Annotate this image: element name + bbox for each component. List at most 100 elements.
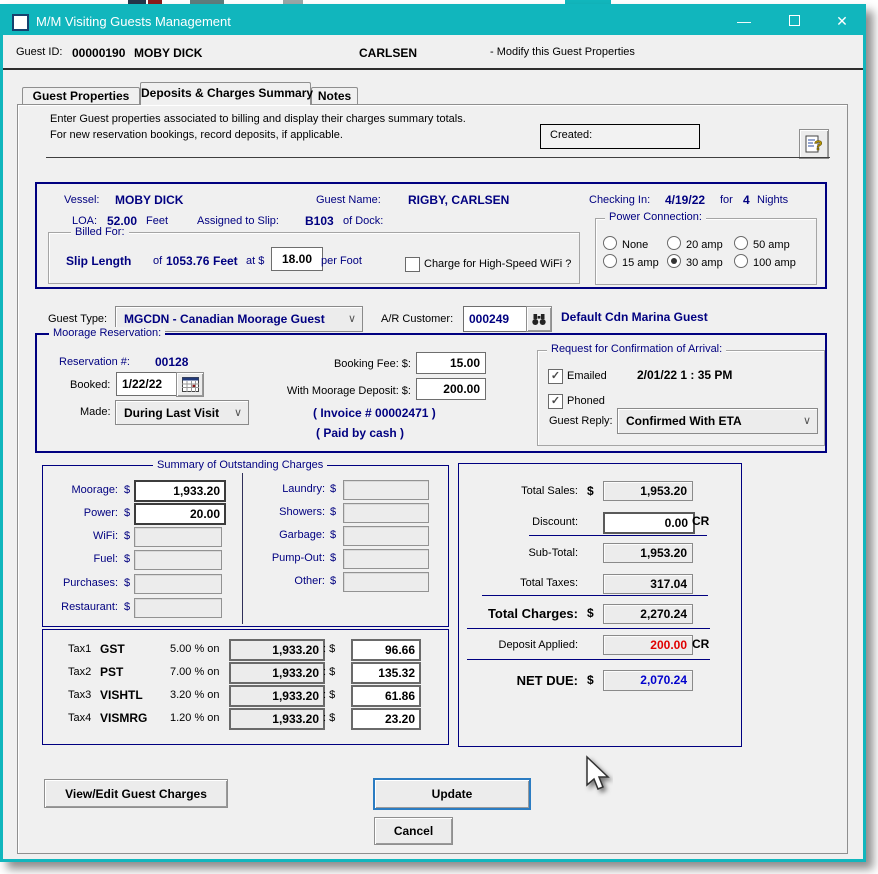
- at-dollar-label: at $: [246, 255, 264, 267]
- total-taxes-field: 317.04: [603, 574, 693, 594]
- charge-field-power: 20.00: [134, 503, 226, 525]
- checkin-label: Checking In:: [589, 194, 650, 206]
- guest-name-label: Guest Name:: [316, 194, 381, 206]
- ar-customer-input[interactable]: 000249: [463, 306, 527, 332]
- charge-label-moorage: Moorage:: [48, 484, 118, 496]
- dollar-sign: $: [124, 530, 130, 542]
- svg-text:?: ?: [814, 137, 823, 153]
- wifi-charge-label: Charge for High-Speed WiFi ?: [424, 258, 571, 270]
- booking-fee-label: Booking Fee: $:: [273, 358, 411, 370]
- charge-label-pumpout: Pump-Out:: [253, 552, 325, 564]
- deposit-applied-label: Deposit Applied:: [473, 639, 578, 651]
- radio-power-none[interactable]: None: [603, 236, 648, 251]
- tax-separator: : $: [323, 712, 335, 724]
- booked-date-input[interactable]: 1/22/22: [116, 372, 180, 396]
- phoned-checkbox[interactable]: ✓: [548, 394, 563, 409]
- charge-label-wifi: WiFi:: [48, 530, 118, 542]
- tax-number: Tax2: [68, 666, 91, 678]
- radio-power-15amp[interactable]: 15 amp: [603, 254, 659, 269]
- mouse-cursor: [583, 755, 613, 797]
- deposit-applied-field: 200.00: [603, 635, 693, 655]
- emailed-checkbox[interactable]: ✓: [548, 369, 563, 384]
- guest-reply-dropdown[interactable]: Confirmed With ETA: [617, 408, 818, 434]
- tax-number: Tax1: [68, 643, 91, 655]
- moorage-reservation-legend: Moorage Reservation:: [49, 327, 165, 339]
- radio-icon: [603, 254, 617, 268]
- tab-guest-properties[interactable]: Guest Properties: [22, 87, 140, 104]
- tax-separator: : $: [323, 689, 335, 701]
- paid-note: ( Paid by cash ): [316, 426, 404, 440]
- booking-fee-input[interactable]: 15.00: [416, 352, 486, 374]
- slip-length-label: Slip Length: [66, 254, 131, 268]
- rate-per-foot-input[interactable]: 18.00: [271, 247, 323, 271]
- header-vessel-name: MOBY DICK: [134, 46, 202, 60]
- vessel-name: MOBY DICK: [115, 193, 183, 207]
- maximize-button[interactable]: [779, 7, 809, 35]
- dollar-sign: $: [124, 507, 130, 519]
- radio-power-30amp[interactable]: 30 amp: [667, 254, 723, 269]
- guest-name-value: RIGBY, CARLSEN: [408, 193, 509, 207]
- header-mode-text: - Modify this Guest Properties: [490, 46, 635, 58]
- nights-label: Nights: [757, 194, 788, 206]
- radio-icon: [603, 236, 617, 250]
- charge-field-laundry: [343, 480, 429, 500]
- dollar-sign: $: [330, 575, 336, 587]
- charge-field-restaurant: [134, 598, 222, 618]
- total-charges-field: 2,270.24: [603, 604, 693, 624]
- moorage-deposit-input[interactable]: 200.00: [416, 378, 486, 400]
- charge-label-garbage: Garbage:: [253, 529, 325, 541]
- charge-label-showers: Showers:: [253, 506, 325, 518]
- tab-notes[interactable]: Notes: [311, 87, 358, 104]
- radio-icon: [734, 254, 748, 268]
- radio-icon: [734, 236, 748, 250]
- cr-label: CR: [692, 514, 709, 528]
- ar-customer-label: A/R Customer:: [381, 313, 453, 325]
- cr-label: CR: [692, 637, 709, 651]
- vessel-label: Vessel:: [64, 194, 99, 206]
- ar-customer-search-button[interactable]: [526, 306, 552, 332]
- tab-deposits-charges-summary[interactable]: Deposits & Charges Summary: [140, 82, 311, 105]
- net-due-label: NET DUE:: [463, 673, 578, 688]
- total-sales-label: Total Sales:: [473, 485, 578, 497]
- update-button[interactable]: Update: [373, 778, 531, 810]
- slip-value: B103: [305, 214, 334, 228]
- charge-field-purchases: [134, 574, 222, 594]
- tax-amount-field: 61.86: [351, 685, 421, 707]
- close-button[interactable]: ✕: [827, 7, 857, 35]
- loa-unit: Feet: [146, 215, 168, 227]
- discount-field[interactable]: 0.00: [603, 512, 695, 534]
- dollar-sign: $: [124, 484, 130, 496]
- radio-power-50amp[interactable]: 50 amp: [734, 236, 790, 251]
- dollar-sign: $: [330, 506, 336, 518]
- minimize-button[interactable]: —: [729, 7, 759, 35]
- chevron-down-icon: [803, 414, 811, 427]
- created-field: Created:: [540, 124, 700, 149]
- help-button[interactable]: ?: [799, 129, 829, 159]
- view-edit-guest-charges-button[interactable]: View/Edit Guest Charges: [44, 779, 228, 808]
- subtotal-field: 1,953.20: [603, 543, 693, 563]
- radio-power-100amp[interactable]: 100 amp: [734, 254, 796, 269]
- tax-name: GST: [100, 642, 125, 656]
- divider: [467, 659, 710, 660]
- tax-base-field: 1,933.20: [229, 708, 325, 730]
- intro-line-2: For new reservation bookings, record dep…: [50, 129, 343, 141]
- assigned-slip-label: Assigned to Slip:: [197, 215, 279, 227]
- wifi-charge-checkbox[interactable]: [405, 257, 420, 272]
- tax-amount-field: 96.66: [351, 639, 421, 661]
- cancel-button[interactable]: Cancel: [374, 817, 453, 845]
- nights-value: 4: [743, 193, 750, 207]
- made-dropdown[interactable]: During Last Visit: [115, 400, 249, 425]
- charge-field-moorage: 1,933.20: [134, 480, 226, 502]
- intro-line-1: Enter Guest properties associated to bil…: [50, 113, 466, 125]
- divider: [242, 473, 243, 624]
- calendar-button[interactable]: [176, 372, 204, 397]
- title-bar[interactable]: M/M Visiting Guests Management — ✕: [3, 7, 863, 35]
- tax-rate: 7.00 % on: [170, 666, 220, 678]
- dollar-sign: $: [330, 483, 336, 495]
- emailed-label: Emailed: [567, 370, 607, 382]
- tax-name: VISHTL: [100, 688, 143, 702]
- chevron-down-icon: [234, 405, 242, 418]
- total-taxes-label: Total Taxes:: [473, 577, 578, 589]
- radio-power-20amp[interactable]: 20 amp: [667, 236, 723, 251]
- subtotal-label: Sub-Total:: [473, 547, 578, 559]
